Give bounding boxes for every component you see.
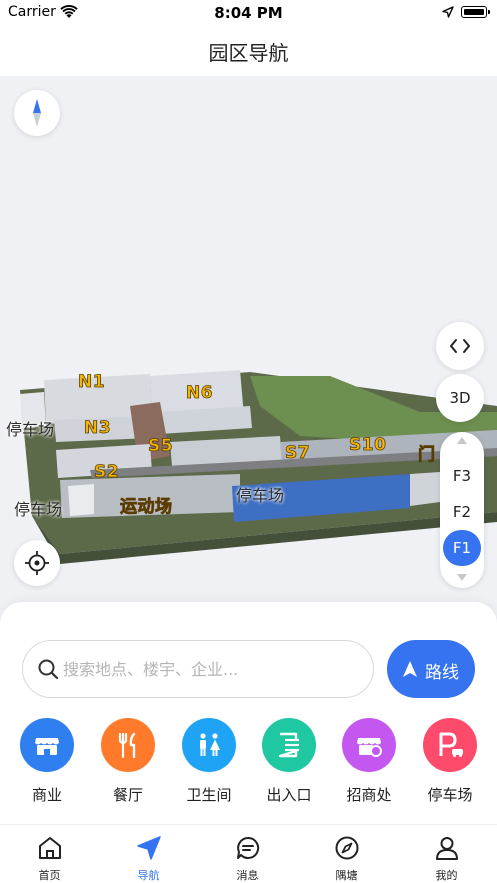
search-bar[interactable] bbox=[22, 640, 374, 698]
shop-icon bbox=[35, 738, 59, 755]
category-label: 卫生间 bbox=[186, 786, 232, 804]
category-entrance[interactable]: 出入口 bbox=[253, 718, 325, 808]
entrance-icon-circle bbox=[262, 718, 316, 772]
status-bar: Carrier 8:04 PM bbox=[0, 0, 497, 26]
tab-messages[interactable]: 消息 bbox=[198, 825, 297, 883]
category-parking[interactable]: 停车场 bbox=[414, 718, 486, 808]
location-arrow-icon bbox=[442, 6, 454, 18]
floor-selector: F3 F2 F1 bbox=[440, 432, 484, 588]
category-restaurant[interactable]: 餐厅 bbox=[92, 718, 164, 808]
page-title: 园区导航 bbox=[208, 41, 289, 65]
restaurant-icon-circle bbox=[101, 718, 155, 772]
map-compass-button[interactable] bbox=[14, 90, 60, 136]
bottom-sheet: 路线 商业 餐厅 bbox=[0, 602, 497, 824]
search-input[interactable] bbox=[63, 655, 363, 683]
status-time: 8:04 PM bbox=[214, 4, 283, 22]
scroll-down-icon[interactable] bbox=[457, 574, 467, 581]
category-shop[interactable]: 商业 bbox=[11, 718, 83, 808]
search-icon bbox=[38, 659, 59, 680]
restroom-icon bbox=[200, 733, 220, 756]
tab-label: 消息 bbox=[236, 869, 259, 882]
category-investment[interactable]: 招商处 bbox=[333, 718, 405, 808]
tab-discover[interactable]: 隅塘 bbox=[297, 825, 396, 883]
category-label: 出入口 bbox=[266, 786, 312, 804]
building-label-n1[interactable]: N1 bbox=[78, 372, 105, 393]
area-label-parking-1[interactable]: 停车场 bbox=[6, 416, 54, 440]
investment-icon bbox=[357, 738, 382, 757]
battery-icon bbox=[461, 6, 490, 18]
route-button[interactable]: 路线 bbox=[387, 640, 475, 698]
parking-icon-circle bbox=[423, 718, 477, 772]
scroll-up-icon[interactable] bbox=[457, 437, 467, 444]
restaurant-icon bbox=[118, 732, 136, 759]
category-label: 停车场 bbox=[427, 786, 473, 804]
floor-f2-button[interactable]: F2 bbox=[443, 494, 481, 530]
area-label-parking-2[interactable]: 停车场 bbox=[14, 496, 62, 520]
locate-me-button[interactable] bbox=[14, 540, 60, 586]
tab-label: 我的 bbox=[435, 869, 458, 882]
navigation-icon bbox=[137, 836, 161, 860]
restroom-icon-circle bbox=[182, 718, 236, 772]
floor-f1-button[interactable]: F1 bbox=[443, 530, 481, 566]
tab-navigation[interactable]: 导航 bbox=[99, 825, 198, 883]
home-icon bbox=[39, 837, 61, 859]
shop-icon-circle bbox=[20, 718, 74, 772]
category-label: 餐厅 bbox=[112, 786, 143, 804]
floor-f3-button[interactable]: F3 bbox=[443, 458, 481, 494]
category-label: 招商处 bbox=[346, 786, 392, 804]
parking-icon bbox=[439, 732, 463, 757]
toggle-view-button[interactable] bbox=[436, 322, 484, 370]
category-restroom[interactable]: 卫生间 bbox=[173, 718, 245, 808]
area-label-parking-3[interactable]: 停车场 bbox=[236, 482, 284, 506]
building-label-s5[interactable]: S5 bbox=[148, 436, 173, 457]
category-label: 商业 bbox=[31, 786, 62, 804]
3d-view-button[interactable]: 3D bbox=[436, 374, 484, 422]
tab-label: 首页 bbox=[38, 869, 61, 882]
tab-profile[interactable]: 我的 bbox=[397, 825, 496, 883]
navigation-arrow-icon bbox=[403, 661, 417, 677]
tab-label: 导航 bbox=[137, 869, 160, 882]
campus-map[interactable]: N1 N6 N3 S5 S2 S7 S10 门 停车场 停车场 运动场 停车场 … bbox=[0, 76, 497, 616]
navigation-bar: 园区导航 bbox=[0, 26, 497, 76]
tab-bar: 首页 导航 消息 隅塘 我的 bbox=[0, 824, 497, 883]
campus-3d-model bbox=[20, 370, 497, 564]
investment-icon-circle bbox=[342, 718, 396, 772]
building-label-n3[interactable]: N3 bbox=[84, 418, 111, 439]
building-label-n6[interactable]: N6 bbox=[186, 383, 213, 404]
code-angle-icon bbox=[450, 339, 470, 353]
tab-label: 隅塘 bbox=[335, 869, 358, 882]
building-label-s10[interactable]: S10 bbox=[349, 435, 387, 456]
profile-icon bbox=[436, 837, 458, 860]
building-label-s2[interactable]: S2 bbox=[94, 462, 119, 483]
tab-home[interactable]: 首页 bbox=[0, 825, 99, 883]
entrance-icon bbox=[278, 732, 299, 758]
crosshair-icon bbox=[25, 551, 49, 575]
compass-icon bbox=[335, 836, 359, 860]
building-label-gate[interactable]: 门 bbox=[418, 440, 436, 466]
area-label-sports-field[interactable]: 运动场 bbox=[120, 492, 173, 518]
north-compass-icon bbox=[33, 99, 41, 127]
route-button-label: 路线 bbox=[425, 663, 459, 683]
message-icon bbox=[237, 836, 260, 859]
building-label-s7[interactable]: S7 bbox=[285, 443, 310, 464]
